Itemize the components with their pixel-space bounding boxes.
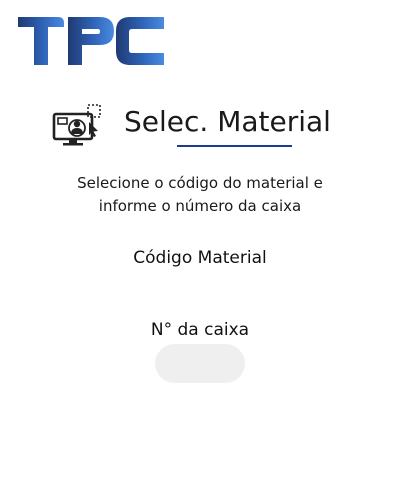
codigo-material-label: Código Material: [133, 248, 267, 268]
numero-caixa-input[interactable]: [155, 344, 245, 383]
tpc-logo: [18, 17, 164, 65]
instructions-line-1: Selecione o código do material e: [77, 174, 323, 192]
title-underline: [177, 145, 292, 147]
numero-caixa-label: N° da caixa: [150, 320, 250, 340]
page-title: Selec. Material: [124, 105, 331, 138]
instructions-text: Selecione o código do material e informe…: [40, 172, 360, 218]
page-header: Selec. Material: [0, 100, 400, 156]
instructions-line-2: informe o número da caixa: [98, 197, 302, 215]
monitor-user-icon: [52, 104, 101, 146]
